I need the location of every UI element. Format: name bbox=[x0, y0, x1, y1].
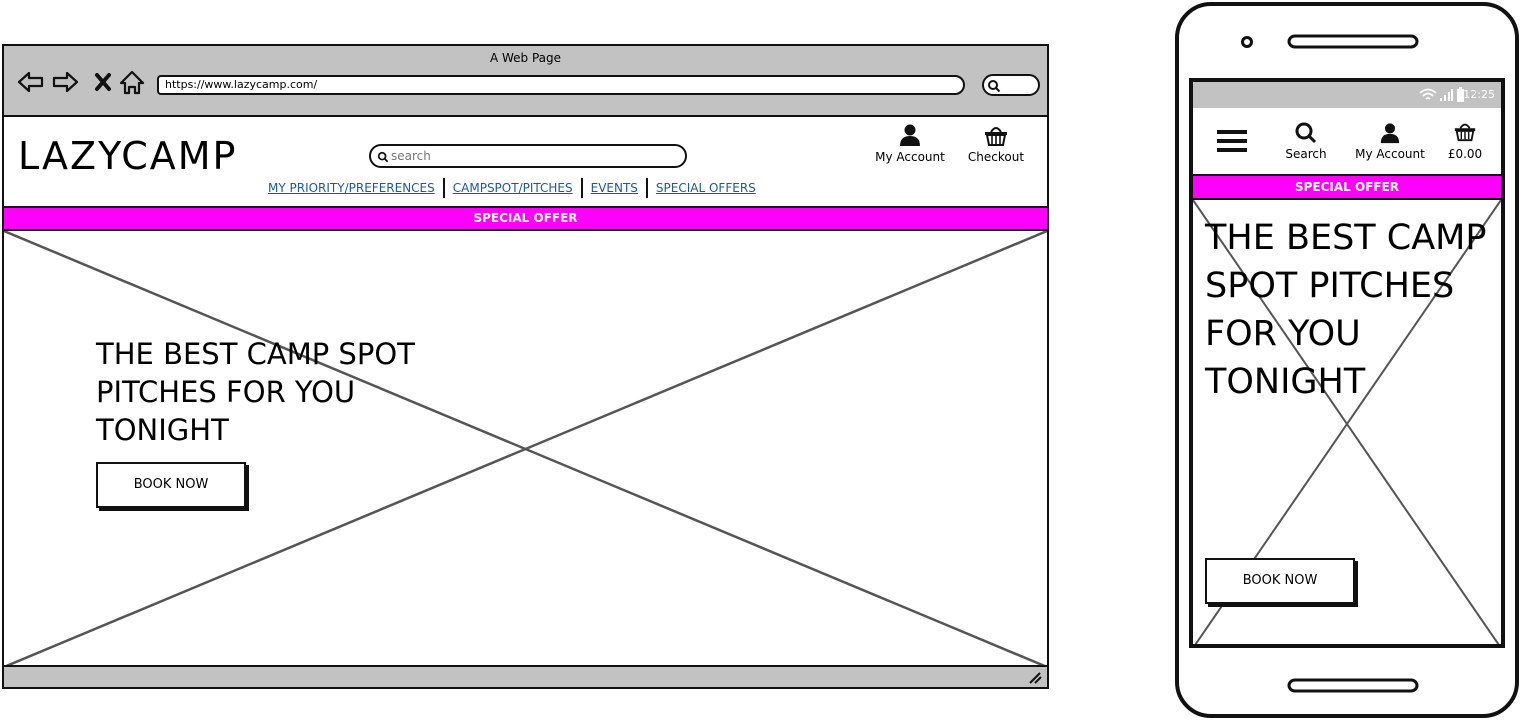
front-camera-icon bbox=[1241, 36, 1253, 48]
mobile-book-now-button[interactable]: BOOK NOW bbox=[1205, 558, 1355, 604]
site-header: LAZYCAMP My Account Checkout bbox=[4, 117, 1047, 206]
basket-icon bbox=[985, 127, 1007, 146]
search-icon bbox=[1295, 122, 1317, 144]
resize-grip-icon[interactable] bbox=[1027, 670, 1043, 684]
mobile-header: Search My Account £0.00 bbox=[1193, 108, 1501, 174]
browser-search-button[interactable] bbox=[982, 74, 1040, 96]
phone-frame: 12:25 Search My Account £0.00 SPECIAL OF… bbox=[1175, 2, 1519, 718]
nav-link-campspot-pitches[interactable]: CAMPSPOT/PITCHES bbox=[445, 181, 581, 195]
user-icon bbox=[900, 124, 920, 146]
site-logo[interactable]: LAZYCAMP bbox=[18, 134, 237, 178]
mobile-search-button[interactable]: Search bbox=[1279, 122, 1333, 161]
search-box[interactable] bbox=[369, 144, 687, 168]
image-placeholder-cross bbox=[4, 231, 1047, 667]
mobile-search-label: Search bbox=[1285, 147, 1327, 161]
browser-chrome: A Web Page https://www.lazycamp.com/ bbox=[4, 46, 1047, 117]
forward-arrow-icon[interactable] bbox=[52, 68, 80, 96]
search-icon bbox=[988, 80, 1001, 93]
phone-clock: 12:25 bbox=[1463, 88, 1495, 101]
window-title: A Web Page bbox=[489, 51, 562, 65]
stop-icon[interactable] bbox=[90, 68, 118, 96]
my-account-button[interactable]: My Account bbox=[870, 123, 950, 164]
basket-total: £0.00 bbox=[1447, 147, 1483, 161]
hero-title: THE BEST CAMP SPOT PITCHES FOR YOU TONIG… bbox=[96, 337, 415, 447]
mobile-hero-title: THE BEST CAMP SPOT PITCHES FOR YOU TONIG… bbox=[1205, 218, 1487, 402]
nav-link-priority-preferences[interactable]: MY PRIORITY/PREFERENCES bbox=[260, 181, 443, 195]
main-nav: MY PRIORITY/PREFERENCES CAMPSPOT/PITCHES… bbox=[260, 177, 764, 199]
mobile-hero-image-placeholder: THE BEST CAMP SPOT PITCHES FOR YOU TONIG… bbox=[1193, 200, 1501, 644]
hero-image-placeholder: THE BEST CAMP SPOT PITCHES FOR YOU TONIG… bbox=[4, 231, 1047, 667]
phone-status-bar: 12:25 bbox=[1193, 82, 1501, 108]
home-button[interactable] bbox=[1287, 676, 1421, 696]
hamburger-icon[interactable] bbox=[1217, 128, 1247, 154]
mobile-basket-button[interactable]: £0.00 bbox=[1441, 118, 1489, 161]
mobile-special-offer-banner[interactable]: SPECIAL OFFER bbox=[1193, 174, 1501, 200]
search-icon bbox=[377, 151, 389, 163]
special-offer-banner[interactable]: SPECIAL OFFER bbox=[4, 206, 1047, 231]
signal-icon bbox=[1440, 89, 1453, 101]
speaker-grille-icon bbox=[1287, 34, 1419, 49]
book-now-button[interactable]: BOOK NOW bbox=[96, 462, 246, 508]
url-bar[interactable]: https://www.lazycamp.com/ bbox=[157, 75, 965, 95]
search-input[interactable] bbox=[391, 148, 671, 164]
mobile-my-account-label: My Account bbox=[1355, 147, 1425, 161]
checkout-label: Checkout bbox=[967, 150, 1025, 164]
mobile-my-account-button[interactable]: My Account bbox=[1351, 122, 1429, 161]
phone-screen: 12:25 Search My Account £0.00 SPECIAL OF… bbox=[1189, 78, 1505, 648]
basket-icon bbox=[1454, 123, 1476, 142]
user-icon bbox=[1380, 123, 1400, 144]
checkout-button[interactable]: Checkout bbox=[964, 123, 1028, 164]
nav-link-events[interactable]: EVENTS bbox=[583, 181, 646, 195]
browser-status-bar bbox=[4, 665, 1047, 687]
home-icon[interactable] bbox=[118, 68, 146, 96]
my-account-label: My Account bbox=[875, 150, 945, 164]
wifi-icon bbox=[1419, 88, 1437, 100]
nav-link-special-offers[interactable]: SPECIAL OFFERS bbox=[648, 181, 764, 195]
browser-window: A Web Page https://www.lazycamp.com/ LAZ… bbox=[2, 44, 1049, 689]
back-arrow-icon[interactable] bbox=[16, 68, 44, 96]
